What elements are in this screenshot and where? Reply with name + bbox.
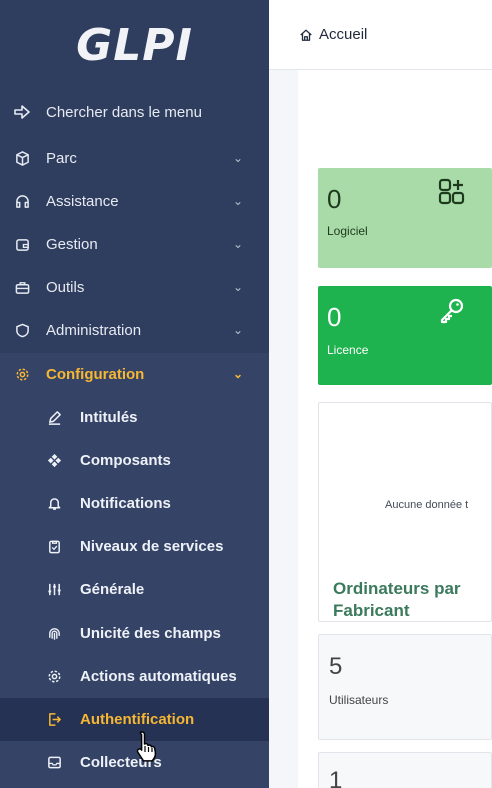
card-value: 0 xyxy=(327,302,342,332)
breadcrumb[interactable]: Accueil xyxy=(299,26,367,43)
card-value: 0 xyxy=(327,184,342,214)
submenu-item-composants[interactable]: Composants xyxy=(0,439,269,482)
cube-icon xyxy=(14,150,30,166)
submenu-item-generale[interactable]: Générale xyxy=(0,568,269,611)
fingerprint-icon xyxy=(46,626,62,642)
card-label: Logiciel xyxy=(327,224,368,238)
submenu-item-label: Authentification xyxy=(80,711,195,728)
card-label: Utilisateurs xyxy=(329,693,389,707)
breadcrumb-home: Accueil xyxy=(319,26,368,43)
submenu-item-label: Intitulés xyxy=(80,409,138,426)
chart-card-title: Ordinateurs par Fabricant xyxy=(333,579,461,620)
sidebar-item-label: Parc xyxy=(46,149,77,167)
key-icon xyxy=(438,296,466,329)
chevron-down-icon: ⌄ xyxy=(232,280,243,294)
chevron-down-icon: ⌄ xyxy=(232,151,243,165)
sidebar-item-label: Configuration xyxy=(46,365,145,383)
clipboard-icon xyxy=(46,539,62,555)
submenu-item-label: Notifications xyxy=(80,495,171,512)
apps-add-icon xyxy=(438,178,466,211)
menu-search-label: Chercher dans le menu xyxy=(46,103,202,121)
logo-text: GLPI xyxy=(76,19,193,71)
submenu-item-niveaux-de-services[interactable]: Niveaux de services xyxy=(0,525,269,568)
card-next[interactable]: 1 xyxy=(318,752,492,788)
cog-icon xyxy=(46,669,62,685)
submenu-item-label: Générale xyxy=(80,581,145,598)
sidebar-item-label: Gestion xyxy=(46,235,98,253)
sidebar-item-label: Outils xyxy=(46,278,85,296)
hand-pointer-cursor xyxy=(134,730,160,769)
top-bar: Accueil xyxy=(269,0,492,70)
gear-icon xyxy=(14,366,30,382)
sidebar-item-outils[interactable]: Outils ⌄ xyxy=(0,266,269,308)
sidebar-item-assistance[interactable]: Assistance ⌄ xyxy=(0,180,269,222)
components-icon xyxy=(46,453,62,469)
submenu-item-label: Composants xyxy=(80,452,171,469)
card-value: 5 xyxy=(329,653,343,680)
sidebar-item-parc[interactable]: Parc ⌄ xyxy=(0,137,269,179)
wallet-icon xyxy=(14,236,30,252)
chevron-down-icon: ⌄ xyxy=(232,194,243,208)
home-icon xyxy=(300,29,312,41)
card-licence[interactable]: 0 Licence xyxy=(318,286,492,385)
sidebar-item-label: Assistance xyxy=(46,192,119,210)
sidebar-item-gestion[interactable]: Gestion ⌄ xyxy=(0,223,269,265)
card-utilisateurs[interactable]: 5 Utilisateurs xyxy=(318,634,492,740)
card-ordinateurs-par-fabricant[interactable]: Aucune donnée t Ordinateurs par Fabrican… xyxy=(318,402,492,622)
sidebar-item-administration[interactable]: Administration ⌄ xyxy=(0,309,269,351)
empty-data-message: Aucune donnée t xyxy=(385,499,469,511)
arrow-right-icon xyxy=(14,104,30,120)
glpi-logo[interactable]: GLPI xyxy=(0,0,269,90)
headset-icon xyxy=(14,193,30,209)
submenu-item-label: Niveaux de services xyxy=(80,538,224,555)
card-logiciel[interactable]: 0 Logiciel xyxy=(318,168,492,268)
login-icon xyxy=(46,712,62,728)
chevron-down-icon: ⌄ xyxy=(232,237,243,251)
sidebar-item-configuration[interactable]: Configuration ⌄ xyxy=(0,353,269,395)
shield-icon xyxy=(14,322,30,338)
sidebar-item-label: Administration xyxy=(46,321,142,339)
card-label: Licence xyxy=(327,343,369,357)
chevron-down-icon: ⌄ xyxy=(232,367,243,381)
pencil-icon xyxy=(46,410,62,426)
submenu-item-notifications[interactable]: Notifications xyxy=(0,482,269,525)
sidebar: GLPI Chercher dans le menu Parc ⌄ Assist… xyxy=(0,0,269,788)
inbox-icon xyxy=(46,755,62,771)
submenu-item-label: Unicité des champs xyxy=(80,625,221,642)
sliders-icon xyxy=(46,582,62,598)
menu-search[interactable]: Chercher dans le menu xyxy=(0,91,269,133)
submenu-item-unicite-des-champs[interactable]: Unicité des champs xyxy=(0,612,269,655)
submenu-item-actions-automatiques[interactable]: Actions automatiques xyxy=(0,655,269,698)
submenu-item-intitules[interactable]: Intitulés xyxy=(0,396,269,439)
bell-icon xyxy=(46,496,62,512)
chevron-down-icon: ⌄ xyxy=(232,323,243,337)
submenu-item-label: Actions automatiques xyxy=(80,668,237,685)
briefcase-icon xyxy=(14,279,30,295)
card-value: 1 xyxy=(329,767,343,788)
